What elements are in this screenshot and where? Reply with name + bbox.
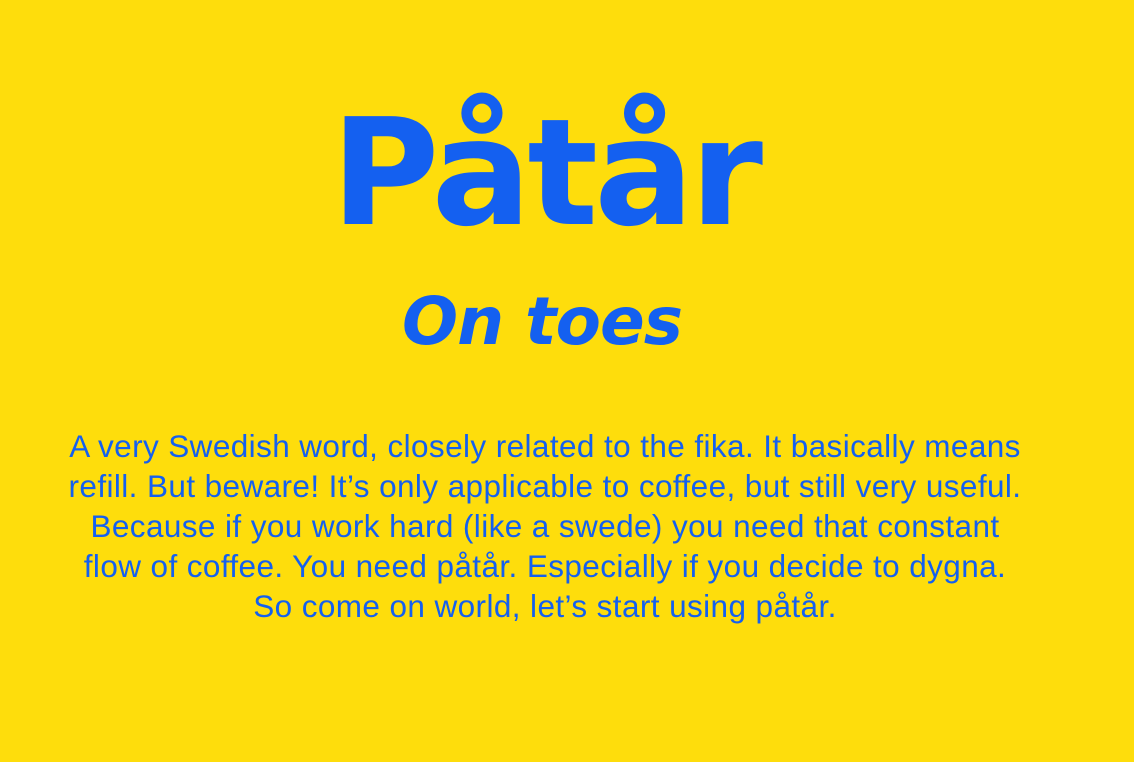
word-description-paragraph: A very Swedish word, closely related to … <box>68 428 1022 624</box>
literal-translation-subtitle: On toes <box>401 283 683 360</box>
swedish-word-title: Påtår <box>331 87 763 259</box>
word-card: Påtår On toes A very Swedish word, close… <box>0 0 1134 762</box>
